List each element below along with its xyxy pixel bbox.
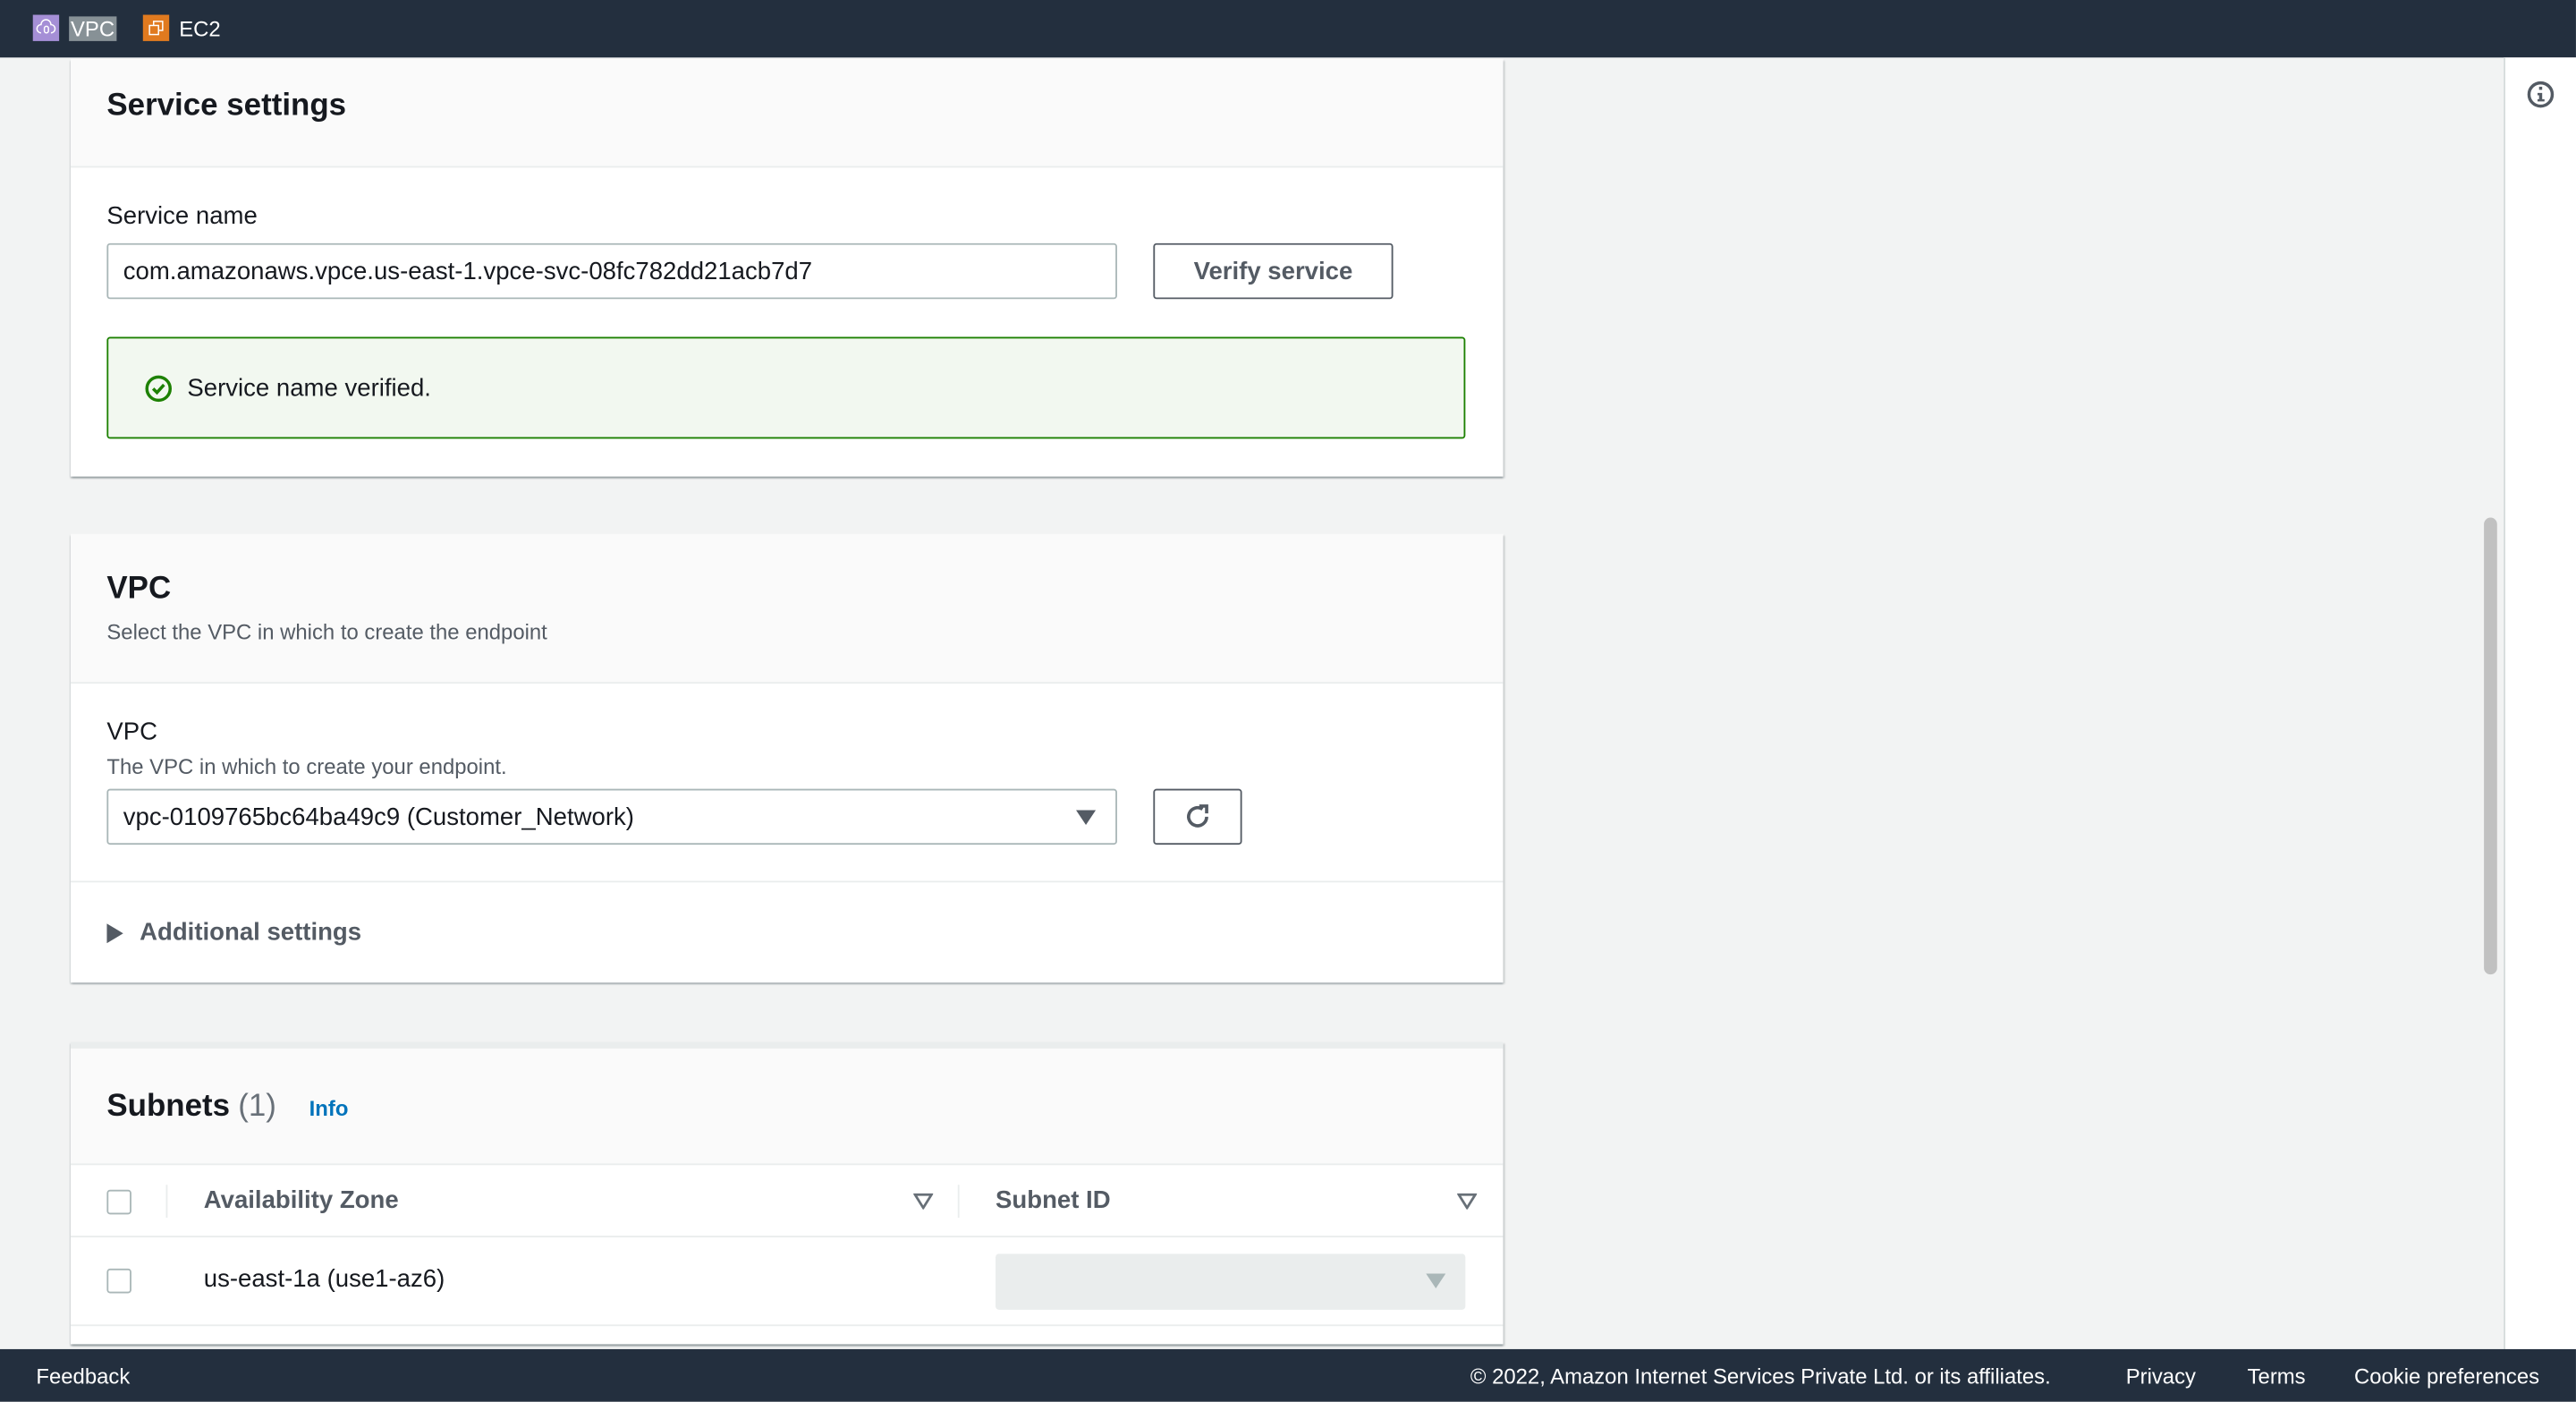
panel-description: Select the VPC in which to create the en…: [106, 619, 547, 644]
privacy-link[interactable]: Privacy: [2126, 1364, 2196, 1389]
additional-settings-toggle[interactable]: Additional settings: [106, 919, 361, 947]
footer: Feedback © 2022, Amazon Internet Service…: [0, 1348, 2576, 1402]
caret-right-icon: [106, 922, 123, 943]
terms-link[interactable]: Terms: [2248, 1364, 2306, 1389]
row-checkbox[interactable]: [106, 1268, 131, 1294]
sort-icon[interactable]: [1457, 1193, 1478, 1210]
service-label: EC2: [179, 15, 221, 40]
sort-icon[interactable]: [913, 1193, 934, 1210]
service-settings-panel: Service settings Service name com.amazon…: [70, 59, 1504, 477]
select-all-checkbox[interactable]: [106, 1189, 131, 1215]
info-icon[interactable]: [2527, 81, 2555, 108]
column-header-availability-zone[interactable]: Availability Zone: [204, 1186, 399, 1214]
panel-title: Subnets: [106, 1089, 231, 1125]
vpc-select-value: vpc-0109765bc64ba49c9 (Customer_Network): [123, 803, 634, 831]
service-shortcut-ec2[interactable]: EC2: [142, 14, 221, 41]
service-shortcut-vpc[interactable]: VPC: [32, 14, 116, 41]
subnets-panel: Subnets (1) Info Availability Zone Subne…: [70, 1041, 1504, 1345]
scrollbar-thumb[interactable]: [2484, 517, 2497, 975]
availability-zone-cell: us-east-1a (use1-az6): [203, 1265, 445, 1294]
table-row: us-east-1a (use1-az6): [70, 1236, 1504, 1327]
service-name-label: Service name: [106, 201, 258, 231]
vpc-icon: [32, 14, 60, 41]
panel-title: Service settings: [106, 89, 347, 123]
tools-panel: [2504, 57, 2576, 1349]
verify-service-button[interactable]: Verify service: [1153, 242, 1394, 300]
subnet-id-select[interactable]: [996, 1253, 1466, 1310]
column-header-subnet-id[interactable]: Subnet ID: [996, 1186, 1111, 1214]
subnet-count: (1): [238, 1089, 276, 1125]
service-label: VPC: [69, 15, 116, 40]
top-navigation-bar: VPC EC2: [0, 0, 2576, 58]
cookie-preferences-link[interactable]: Cookie preferences: [2354, 1364, 2539, 1389]
success-alert: Service name verified.: [106, 336, 1466, 439]
feedback-link[interactable]: Feedback: [36, 1364, 130, 1389]
divider: [70, 880, 1504, 883]
service-name-input[interactable]: com.amazonaws.vpce.us-east-1.vpce-svc-08…: [106, 242, 1117, 300]
vpc-field-label: VPC: [106, 718, 158, 746]
alert-text: Service name verified.: [187, 374, 431, 403]
info-link[interactable]: Info: [309, 1096, 349, 1121]
vpc-select[interactable]: vpc-0109765bc64ba49c9 (Customer_Network): [106, 788, 1117, 845]
additional-settings-label: Additional settings: [140, 918, 362, 947]
vpc-panel: VPC Select the VPC in which to create th…: [70, 533, 1504, 983]
panel-title: VPC: [106, 572, 172, 607]
caret-down-icon: [1076, 810, 1097, 826]
ec2-icon: [142, 14, 170, 41]
table-header: Availability Zone Subnet ID: [70, 1167, 1504, 1238]
success-check-icon: [145, 375, 172, 403]
refresh-button[interactable]: [1153, 788, 1242, 845]
vpc-field-description: The VPC in which to create your endpoint…: [106, 754, 507, 779]
copyright-text: © 2022, Amazon Internet Services Private…: [1470, 1364, 2051, 1389]
caret-down-icon: [1426, 1273, 1446, 1288]
refresh-icon: [1187, 804, 1208, 828]
